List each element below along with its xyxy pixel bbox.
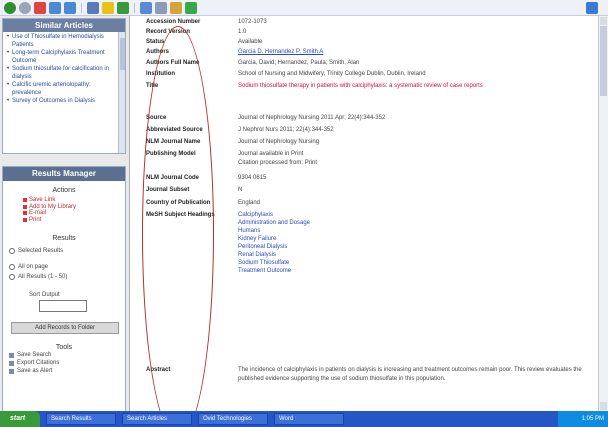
- radio-icon[interactable]: [9, 248, 15, 254]
- similar-article-link[interactable]: Survey of Outcomes in Dialysis: [7, 98, 115, 106]
- similar-article-link[interactable]: Use of Thiosulfate in Hemodialysis Patie…: [7, 34, 115, 49]
- similar-article-link[interactable]: Long-term Calciphylaxis Treatment Outcom…: [7, 50, 115, 65]
- field-row: Status Available: [146, 39, 263, 45]
- field-row: Accession Number 1072-1073: [146, 19, 267, 25]
- field-row: NLM Journal Name Journal of Nephrology Nu…: [146, 139, 320, 145]
- scroll-down-arrow[interactable]: [600, 402, 607, 410]
- authors-link[interactable]: Garcia D, Hernandez P, Smith A: [238, 49, 323, 55]
- add-records-button[interactable]: Add Records to Folder: [11, 322, 119, 334]
- edit-icon[interactable]: [170, 1, 182, 14]
- similar-articles-title: Similar Articles: [3, 19, 125, 32]
- scroll-thumb[interactable]: [600, 26, 607, 96]
- title-text: Sodium thiosulfate therapy in patients w…: [238, 83, 483, 89]
- system-tray-clock: 1:05 PM: [558, 411, 608, 427]
- field-row: Title Sodium thiosulfate therapy in patie…: [146, 83, 483, 89]
- home-icon[interactable]: [64, 1, 76, 14]
- similar-articles-scrollbar[interactable]: [118, 32, 125, 153]
- print-icon: [23, 217, 27, 222]
- field-row: Authors Full Name Garcia, David; Hernande…: [146, 60, 360, 66]
- field-row: Country of Publication England: [146, 200, 261, 206]
- taskbar-item[interactable]: Search Results: [46, 413, 116, 425]
- results-heading: Results: [52, 235, 76, 242]
- favorites-icon[interactable]: [102, 1, 114, 14]
- field-row: Publishing Model Journal available in Pri…: [146, 151, 318, 166]
- print-icon[interactable]: [155, 1, 167, 14]
- save-search-icon: [9, 352, 14, 358]
- field-row: Institution School of Nursing and Midwife…: [146, 71, 426, 77]
- field-row: Journal Subset N: [146, 187, 243, 193]
- actions-list: Save Link Add to My Library E-mail Print: [3, 194, 125, 223]
- similar-articles-panel: Similar Articles Use of Thiosulfate in H…: [2, 18, 126, 154]
- refresh-icon[interactable]: [49, 1, 61, 14]
- back-icon[interactable]: [4, 1, 16, 14]
- field-row: Authors Garcia D, Hernandez P, Smith A: [146, 49, 324, 55]
- taskbar-item[interactable]: Word: [274, 413, 344, 425]
- forward-icon[interactable]: [19, 1, 31, 14]
- sort-output-label: Sort Output: [29, 292, 60, 298]
- field-row: Record Version 1.0: [146, 29, 247, 35]
- history-icon[interactable]: [117, 1, 129, 14]
- mail-icon[interactable]: [140, 1, 152, 14]
- alert-icon: [9, 368, 14, 374]
- messenger-icon[interactable]: [185, 1, 197, 14]
- similar-article-link[interactable]: Sodium thiosulfate for calcification in …: [7, 66, 115, 81]
- selected-results-option[interactable]: Selected Results: [3, 246, 125, 256]
- export-icon: [9, 360, 14, 366]
- left-sidebar: Similar Articles Use of Thiosulfate in H…: [0, 16, 130, 427]
- field-row: Source Journal of Nephrology Nursing 2011…: [146, 115, 386, 121]
- save-icon: [23, 198, 27, 203]
- tool-save-search[interactable]: Save Search: [3, 351, 125, 359]
- library-icon: [23, 204, 27, 209]
- main-scrollbar[interactable]: [598, 16, 608, 411]
- taskbar: start Search Results Search Articles Ovi…: [0, 411, 608, 427]
- similar-articles-list: Use of Thiosulfate in Hemodialysis Patie…: [3, 32, 125, 106]
- similar-article-link[interactable]: Calcific uremic arteriolopathy: prevalen…: [7, 82, 115, 97]
- actions-heading: Actions: [52, 187, 76, 194]
- radio-icon[interactable]: [9, 264, 15, 270]
- tool-export[interactable]: Export Citations: [3, 359, 125, 367]
- tools-heading: Tools: [55, 344, 73, 351]
- field-row: NLM Journal Code 9304 0615: [146, 175, 267, 181]
- all-on-page-option[interactable]: All on page: [3, 262, 125, 272]
- radio-icon[interactable]: [9, 274, 15, 280]
- taskbar-item[interactable]: Search Articles: [122, 413, 192, 425]
- browser-toolbar: [0, 0, 608, 16]
- record-detail: Accession Number 1072-1073 Record Version…: [132, 16, 598, 411]
- action-print[interactable]: Print: [23, 217, 125, 224]
- windows-logo-icon: [586, 1, 598, 14]
- mesh-headings-links[interactable]: Calciphylaxis Administration and Dosage …: [238, 211, 598, 275]
- start-button[interactable]: start: [0, 411, 40, 427]
- field-row: Abstract The incidence of calciphylaxis i…: [146, 367, 582, 382]
- sort-output-select[interactable]: [39, 300, 87, 312]
- tool-alert[interactable]: Save as Alert: [3, 367, 125, 375]
- search-icon[interactable]: [87, 1, 99, 14]
- results-manager-title: Results Manager: [3, 167, 125, 181]
- field-row: MeSH Subject Headings Calciphylaxis Admin…: [132, 211, 598, 275]
- stop-icon[interactable]: [34, 1, 46, 14]
- taskbar-item[interactable]: Ovid Technologies: [198, 413, 268, 425]
- email-icon: [23, 211, 27, 216]
- all-results-option[interactable]: All Results (1 - 50): [3, 272, 125, 282]
- scroll-up-arrow[interactable]: [600, 17, 607, 25]
- field-row: Abbreviated Source J Nephrol Nurs 2011; 2…: [146, 127, 334, 133]
- results-manager-panel: Results Manager Actions Save Link Add to…: [2, 166, 126, 427]
